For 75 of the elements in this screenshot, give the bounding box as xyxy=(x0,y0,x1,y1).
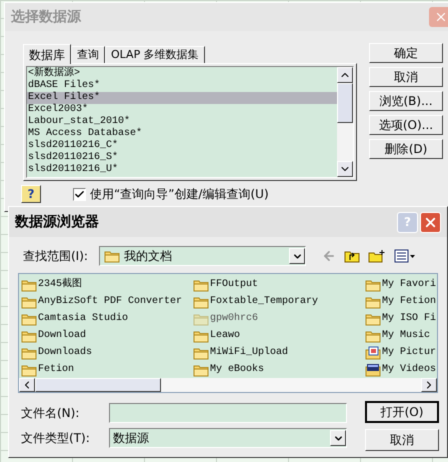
folder-icon xyxy=(365,312,381,326)
folder-icon xyxy=(193,312,209,326)
list-item[interactable]: MS Access Database* xyxy=(27,128,337,140)
list-item[interactable]: dBASE Files* xyxy=(27,80,337,92)
new-folder-icon[interactable] xyxy=(368,249,386,263)
file-item[interactable]: Downloads xyxy=(21,344,193,361)
folder-icon xyxy=(21,346,37,360)
window-title: 选择数据源 xyxy=(11,8,81,26)
list-item[interactable]: slsd20110216_C* xyxy=(27,140,337,152)
close-button[interactable] xyxy=(420,212,441,232)
folder-icon xyxy=(21,312,37,326)
list-item[interactable]: Labour_stat_2010* xyxy=(27,116,337,128)
list-item[interactable]: <新数据源> xyxy=(27,68,337,80)
file-item[interactable]: Fetion xyxy=(21,361,193,378)
file-item[interactable]: Download xyxy=(21,327,193,344)
close-icon xyxy=(434,10,448,24)
view-menu-icon[interactable] xyxy=(394,249,416,263)
tab[interactable]: OLAP 多维数据集 xyxy=(105,46,205,63)
file-item[interactable]: MiWiFi_Upload xyxy=(193,344,365,361)
up-folder-icon[interactable] xyxy=(344,249,360,263)
folder-icon xyxy=(21,278,37,292)
checkbox[interactable] xyxy=(73,188,86,200)
file-item[interactable]: Foxtable_Temporary xyxy=(193,293,365,310)
videos-folder-icon xyxy=(365,362,381,376)
file-item[interactable]: My Favori xyxy=(365,276,441,293)
file-item[interactable]: My ISO Fi xyxy=(365,310,441,327)
checkbox-label: 使用“查询向导”创建/编辑查询(U) xyxy=(90,186,269,203)
file-type-dropdown[interactable]: 数据源 xyxy=(109,428,347,448)
pictures-folder-icon xyxy=(365,346,381,360)
folder-icon xyxy=(365,294,381,308)
folder-icon xyxy=(193,346,209,360)
file-item[interactable]: Camtasia Studio xyxy=(21,310,193,327)
file-item[interactable]: Leawo xyxy=(193,327,365,344)
dialog-button[interactable]: 打开(O) xyxy=(365,401,439,423)
folder-icon xyxy=(104,249,120,263)
dialog-button[interactable]: 删除(D) xyxy=(369,139,443,159)
look-in-dropdown[interactable]: 我的文档 xyxy=(99,246,306,266)
file-item[interactable]: My Fetion xyxy=(365,293,441,310)
file-item[interactable]: AnyBizSoft PDF Converter xyxy=(21,293,193,310)
help-button[interactable]: ? xyxy=(21,185,41,203)
dialog-button[interactable]: 取消 xyxy=(369,67,443,87)
list-item[interactable]: slsd20110216_U* xyxy=(27,164,337,176)
folder-icon xyxy=(193,362,209,376)
file-item[interactable]: My Pictur xyxy=(365,344,441,361)
file-item[interactable]: gpw0hrc6 xyxy=(193,310,365,327)
file-type-label: 文件类型(T): xyxy=(21,430,91,447)
folder-icon xyxy=(21,294,37,308)
file-name-field[interactable] xyxy=(109,403,347,423)
tab[interactable]: 数据库 xyxy=(23,44,71,64)
file-name-label: 文件名(N): xyxy=(21,405,80,422)
dialog-button[interactable]: 取消 xyxy=(365,429,439,451)
window-title: 数据源浏览器 xyxy=(15,212,99,232)
dialog-button[interactable]: 浏览(B)... xyxy=(369,91,443,111)
folder-icon xyxy=(21,362,37,376)
list-item[interactable]: Excel Files* xyxy=(27,92,337,104)
file-item[interactable]: My eBooks xyxy=(193,361,365,378)
folder-icon xyxy=(21,328,37,342)
dialog-button[interactable]: 选项(O)... xyxy=(369,115,443,135)
folder-icon xyxy=(365,328,381,342)
vertical-scrollbar[interactable] xyxy=(337,67,353,177)
check-icon xyxy=(74,188,85,200)
file-item[interactable]: My Music xyxy=(365,327,441,344)
folder-icon xyxy=(365,278,381,292)
list-item[interactable]: slsd20110216_S* xyxy=(27,152,337,164)
file-item[interactable]: FFOutput xyxy=(193,276,365,293)
folder-icon xyxy=(193,278,209,292)
tab[interactable]: 查询 xyxy=(71,46,105,63)
dialog-button[interactable]: 确定 xyxy=(369,43,443,63)
list-item[interactable]: Excel2003* xyxy=(27,104,337,116)
folder-icon xyxy=(193,294,209,308)
file-item[interactable]: My Videos xyxy=(365,361,441,378)
file-item[interactable]: 2345截图 xyxy=(21,276,193,293)
horizontal-scrollbar[interactable] xyxy=(19,378,437,392)
look-in-label: 查找范围(I): xyxy=(23,248,89,265)
folder-icon xyxy=(193,328,209,342)
